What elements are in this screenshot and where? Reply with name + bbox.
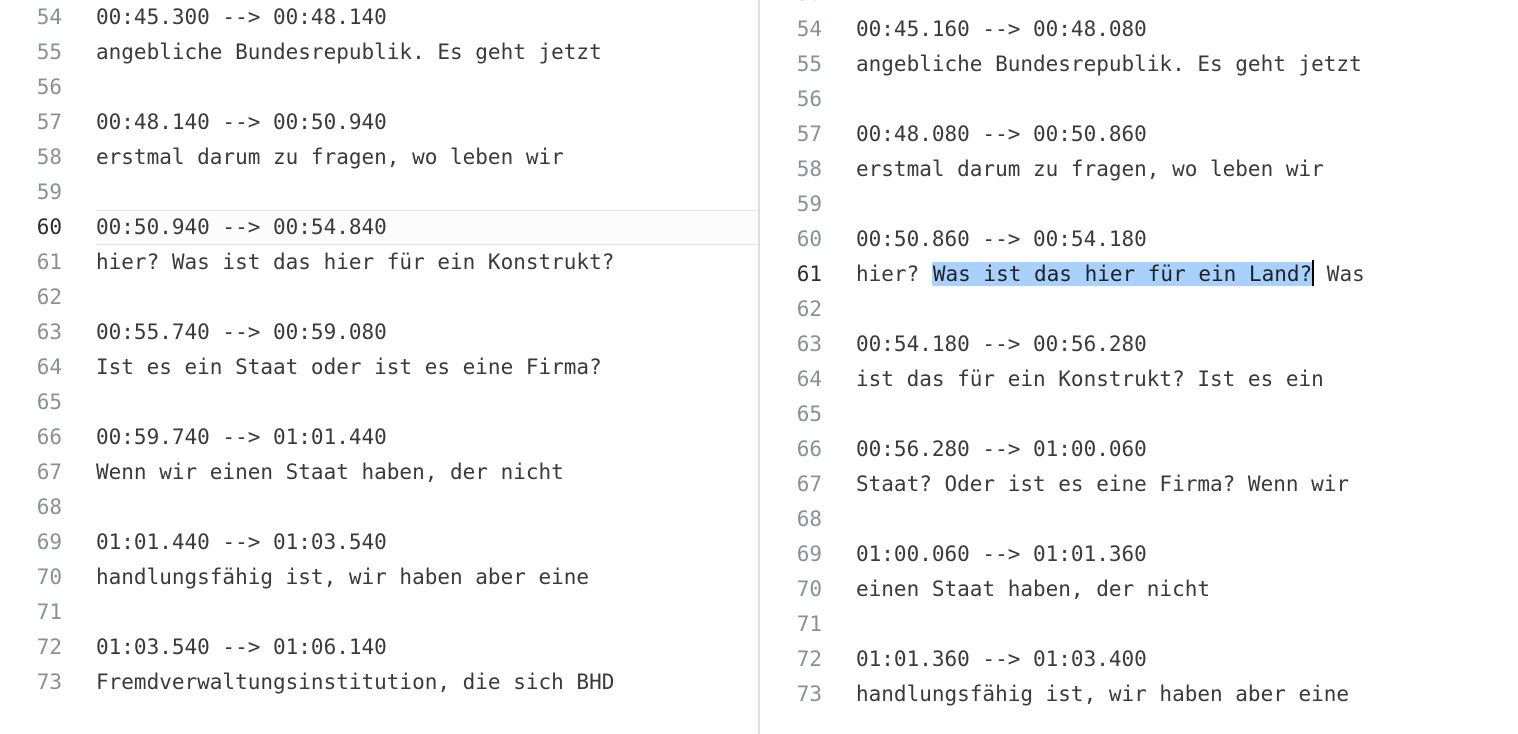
line-number: 60	[760, 222, 830, 257]
code-line[interactable]: 00:59.740 --> 01:01.440	[96, 420, 758, 455]
code-line[interactable]: angebliche Bundesrepublik. Es geht jetzt	[96, 35, 758, 70]
line-number: 55	[760, 47, 830, 82]
line-number: 57	[760, 117, 830, 152]
line-number: 65	[760, 397, 830, 432]
line-number: 59	[760, 187, 830, 222]
line-number: 55	[0, 35, 70, 70]
code-line[interactable]	[856, 502, 1518, 537]
code-line[interactable]: handlungsfähig ist, wir haben aber eine	[96, 560, 758, 595]
code-line[interactable]: 00:48.080 --> 00:50.860	[856, 117, 1518, 152]
line-number: 57	[0, 105, 70, 140]
text-selection[interactable]: Was ist das hier für ein Land?	[932, 262, 1313, 286]
code-line[interactable]: handlungsfähig ist, wir haben aber eine	[856, 677, 1518, 712]
diff-pane-right[interactable]: 5354555657585960616263646566676869707172…	[760, 0, 1518, 734]
code-line[interactable]	[856, 187, 1518, 222]
line-number: 71	[0, 595, 70, 630]
line-number: 59	[0, 175, 70, 210]
line-number: 64	[0, 350, 70, 385]
code-line[interactable]	[96, 280, 758, 315]
code-line[interactable]	[96, 175, 758, 210]
code-line[interactable]	[856, 292, 1518, 327]
code-line[interactable]: einen Staat haben, der nicht	[856, 572, 1518, 607]
code-line[interactable]	[856, 607, 1518, 642]
line-number: 67	[0, 455, 70, 490]
code-line[interactable]: 01:00.060 --> 01:01.360	[856, 537, 1518, 572]
line-number-gutter-left: 5455565758596061626364656667686970717273	[0, 0, 70, 700]
line-number: 54	[760, 12, 830, 47]
line-number: 65	[0, 385, 70, 420]
line-number-gutter-right: 5354555657585960616263646566676869707172…	[760, 0, 830, 712]
code-area-right[interactable]: 00:45.160 --> 00:48.080angebliche Bundes…	[856, 0, 1518, 712]
code-line[interactable]: 00:45.300 --> 00:48.140	[96, 0, 758, 35]
line-number: 70	[0, 560, 70, 595]
code-line[interactable]: 00:48.140 --> 00:50.940	[96, 105, 758, 140]
code-line[interactable]	[96, 385, 758, 420]
line-number: 72	[760, 642, 830, 677]
line-number: 70	[760, 572, 830, 607]
line-number: 69	[0, 525, 70, 560]
line-number: 63	[760, 327, 830, 362]
code-line[interactable]: 00:54.180 --> 00:56.280	[856, 327, 1518, 362]
code-line[interactable]: 00:45.160 --> 00:48.080	[856, 12, 1518, 47]
code-line[interactable]	[96, 595, 758, 630]
line-number: 62	[0, 280, 70, 315]
code-line[interactable]: 00:50.940 --> 00:54.840	[96, 210, 758, 245]
code-line[interactable]: Staat? Oder ist es eine Firma? Wenn wir	[856, 467, 1518, 502]
code-line[interactable]	[96, 70, 758, 105]
line-number: 62	[760, 292, 830, 327]
code-line[interactable]	[856, 82, 1518, 117]
line-number: 54	[0, 0, 70, 35]
line-number: 68	[0, 490, 70, 525]
code-line[interactable]	[856, 397, 1518, 432]
code-line[interactable]: hier? Was ist das hier für ein Land? Was	[856, 257, 1518, 292]
code-line[interactable]: 00:50.860 --> 00:54.180	[856, 222, 1518, 257]
code-line[interactable]: 01:01.360 --> 01:03.400	[856, 642, 1518, 677]
line-number: 63	[0, 315, 70, 350]
line-number: 56	[0, 70, 70, 105]
line-number: 68	[760, 502, 830, 537]
code-line[interactable]: erstmal darum zu fragen, wo leben wir	[856, 152, 1518, 187]
code-line[interactable]: Fremdverwaltungsinstitution, die sich BH…	[96, 665, 758, 700]
code-line[interactable]: 01:03.540 --> 01:06.140	[96, 630, 758, 665]
line-number: 64	[760, 362, 830, 397]
line-number: 71	[760, 607, 830, 642]
line-number: 69	[760, 537, 830, 572]
code-line[interactable]: Ist es ein Staat oder ist es eine Firma?	[96, 350, 758, 385]
line-number: 73	[760, 677, 830, 712]
code-line[interactable]: 01:01.440 --> 01:03.540	[96, 525, 758, 560]
code-line[interactable]: Wenn wir einen Staat haben, der nicht	[96, 455, 758, 490]
line-number: 73	[0, 665, 70, 700]
line-number: 56	[760, 82, 830, 117]
line-number: 61	[760, 257, 830, 292]
code-line[interactable]: 00:56.280 --> 01:00.060	[856, 432, 1518, 467]
code-line[interactable]: ist das für ein Konstrukt? Ist es ein	[856, 362, 1518, 397]
code-area-left[interactable]: 00:45.300 --> 00:48.140angebliche Bundes…	[96, 0, 758, 700]
line-number: 66	[760, 432, 830, 467]
code-line[interactable]	[96, 490, 758, 525]
code-line[interactable]: hier? Was ist das hier für ein Konstrukt…	[96, 245, 758, 280]
code-line[interactable]: angebliche Bundesrepublik. Es geht jetzt	[856, 47, 1518, 82]
code-line[interactable]: 00:55.740 --> 00:59.080	[96, 315, 758, 350]
line-number: 67	[760, 467, 830, 502]
line-number: 66	[0, 420, 70, 455]
diff-pane-left[interactable]: 5455565758596061626364656667686970717273…	[0, 0, 760, 734]
line-number: 58	[0, 140, 70, 175]
line-number: 58	[760, 152, 830, 187]
code-line[interactable]: erstmal darum zu fragen, wo leben wir	[96, 140, 758, 175]
line-number: 72	[0, 630, 70, 665]
line-number: 60	[0, 210, 70, 245]
line-number: 61	[0, 245, 70, 280]
